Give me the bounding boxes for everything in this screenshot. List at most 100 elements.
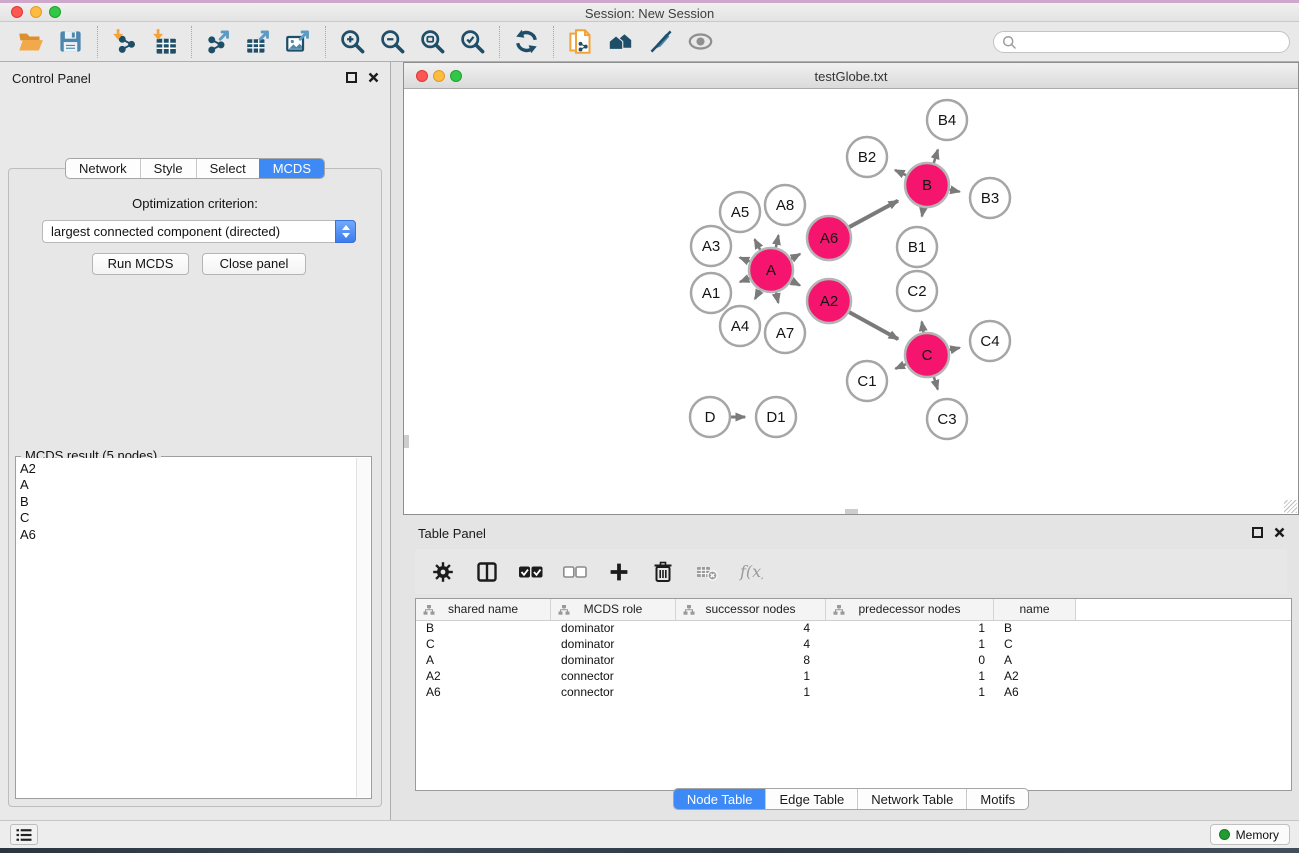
table-cell[interactable]: B [994, 621, 1076, 637]
graph-edge-A-A8[interactable] [776, 235, 779, 247]
float-table-panel-icon[interactable] [1252, 527, 1263, 538]
table-cell[interactable]: 1 [826, 669, 994, 685]
graph-node-C4[interactable]: C4 [970, 321, 1010, 361]
graph-node-A5[interactable]: A5 [720, 192, 760, 232]
zoom-fit-icon[interactable] [415, 26, 450, 58]
graph-node-A6[interactable]: A6 [807, 216, 851, 260]
table-cell[interactable]: A [416, 653, 551, 669]
refresh-layout-icon[interactable] [509, 26, 544, 58]
graph-node-A3[interactable]: A3 [691, 226, 731, 266]
graph-node-C3[interactable]: C3 [927, 399, 967, 439]
table-cell[interactable]: connector [551, 685, 676, 701]
zoom-out-icon[interactable] [375, 26, 410, 58]
export-image-icon[interactable] [281, 26, 316, 58]
run-mcds-button[interactable]: Run MCDS [92, 253, 189, 275]
network-canvas[interactable]: B4B2BB3A8A5A6B1A3AC2A1A2A4A7C4CC1DD1C3 [404, 89, 1298, 514]
graph-edge-A-A3[interactable] [740, 258, 750, 262]
column-header-successor-nodes[interactable]: successor nodes [676, 599, 826, 620]
graph-edge-A-A2[interactable] [791, 281, 800, 286]
close-panel-icon[interactable] [368, 72, 379, 83]
table-row[interactable]: Cdominator41C [416, 637, 1291, 653]
graph-node-A4[interactable]: A4 [720, 306, 760, 346]
table-cell[interactable]: 4 [676, 621, 826, 637]
search-input[interactable] [1018, 33, 1289, 51]
graph-node-A8[interactable]: A8 [765, 185, 805, 225]
save-session-icon[interactable] [53, 26, 88, 58]
mcds-result-item[interactable]: B [20, 494, 355, 510]
split-panel-columns-icon[interactable] [473, 558, 501, 586]
table-row[interactable]: Adominator80A [416, 653, 1291, 669]
table-cell[interactable]: A2 [416, 669, 551, 685]
graph-edge-C-C2[interactable] [922, 322, 924, 333]
mcds-result-item[interactable]: A6 [20, 527, 355, 543]
graph-edge-B-B2[interactable] [895, 170, 906, 175]
graph-edge-C-C4[interactable] [949, 348, 959, 350]
table-cell[interactable]: A6 [416, 685, 551, 701]
tab-mcds[interactable]: MCDS [259, 159, 324, 178]
graph-node-C[interactable]: C [905, 333, 949, 377]
graph-edge-C-C1[interactable] [895, 364, 905, 369]
graph-edge-A-A4[interactable] [755, 290, 760, 299]
tab-network[interactable]: Network [66, 159, 140, 178]
graph-edge-A-A6[interactable] [791, 254, 800, 259]
graph-edge-B-B4[interactable] [934, 150, 938, 163]
column-header-name[interactable]: name [994, 599, 1076, 620]
graph-edge-A-A7[interactable] [776, 292, 778, 302]
graph-node-C2[interactable]: C2 [897, 271, 937, 311]
eye-preview-icon[interactable] [683, 26, 718, 58]
resize-grip-icon[interactable] [1284, 500, 1297, 513]
table-cell[interactable]: dominator [551, 637, 676, 653]
memory-button[interactable]: Memory [1210, 824, 1290, 845]
column-settings-gear-icon[interactable] [429, 558, 457, 586]
graph-node-B3[interactable]: B3 [970, 178, 1010, 218]
column-header-MCDS-role[interactable]: MCDS role [551, 599, 676, 620]
zoom-in-icon[interactable] [335, 26, 370, 58]
graph-node-A2[interactable]: A2 [807, 279, 851, 323]
mcds-result-item[interactable]: A2 [20, 461, 355, 477]
import-network-icon[interactable] [107, 26, 142, 58]
table-cell[interactable]: 1 [676, 669, 826, 685]
mcds-result-item[interactable]: A [20, 477, 355, 493]
graph-node-A[interactable]: A [749, 248, 793, 292]
hide-graphics-details-icon[interactable] [643, 26, 678, 58]
graph-edge-C-C3[interactable] [934, 377, 938, 389]
export-network-icon[interactable] [201, 26, 236, 58]
graph-node-C1[interactable]: C1 [847, 361, 887, 401]
graph-edge-A-A5[interactable] [755, 239, 761, 249]
graph-edge-A-A1[interactable] [740, 278, 750, 282]
graph-edge-A2-C[interactable] [849, 312, 898, 339]
table-cell[interactable]: 1 [826, 621, 994, 637]
table-cell[interactable]: 1 [826, 685, 994, 701]
tab-node-table[interactable]: Node Table [674, 789, 766, 809]
export-table-icon[interactable] [241, 26, 276, 58]
graph-node-B4[interactable]: B4 [927, 100, 967, 140]
import-table-icon[interactable] [147, 26, 182, 58]
clear-all-checks-icon[interactable] [561, 558, 589, 586]
home-icon[interactable] [603, 26, 638, 58]
tab-edge-table[interactable]: Edge Table [765, 789, 857, 809]
horizontal-scroll-indicator[interactable] [845, 509, 858, 514]
table-cell[interactable]: B [416, 621, 551, 637]
add-column-icon[interactable] [605, 558, 633, 586]
table-cell[interactable]: C [416, 637, 551, 653]
table-row[interactable]: A2connector11A2 [416, 669, 1291, 685]
table-cell[interactable]: connector [551, 669, 676, 685]
table-cell[interactable]: 1 [826, 637, 994, 653]
tab-motifs[interactable]: Motifs [966, 789, 1028, 809]
tab-network-table[interactable]: Network Table [857, 789, 966, 809]
table-cell[interactable]: 0 [826, 653, 994, 669]
table-cell[interactable]: A2 [994, 669, 1076, 685]
graph-node-B1[interactable]: B1 [897, 227, 937, 267]
graph-node-A7[interactable]: A7 [765, 313, 805, 353]
graph-node-D1[interactable]: D1 [756, 397, 796, 437]
zoom-selected-icon[interactable] [455, 26, 490, 58]
table-cell[interactable]: A [994, 653, 1076, 669]
table-cell[interactable]: C [994, 637, 1076, 653]
delete-column-icon[interactable] [649, 558, 677, 586]
graph-node-D[interactable]: D [690, 397, 730, 437]
select-all-checks-icon[interactable] [517, 558, 545, 586]
network-window-titlebar[interactable]: testGlobe.txt [404, 63, 1298, 89]
close-table-panel-icon[interactable] [1274, 527, 1285, 538]
close-panel-button[interactable]: Close panel [202, 253, 306, 275]
table-cell[interactable]: dominator [551, 621, 676, 637]
